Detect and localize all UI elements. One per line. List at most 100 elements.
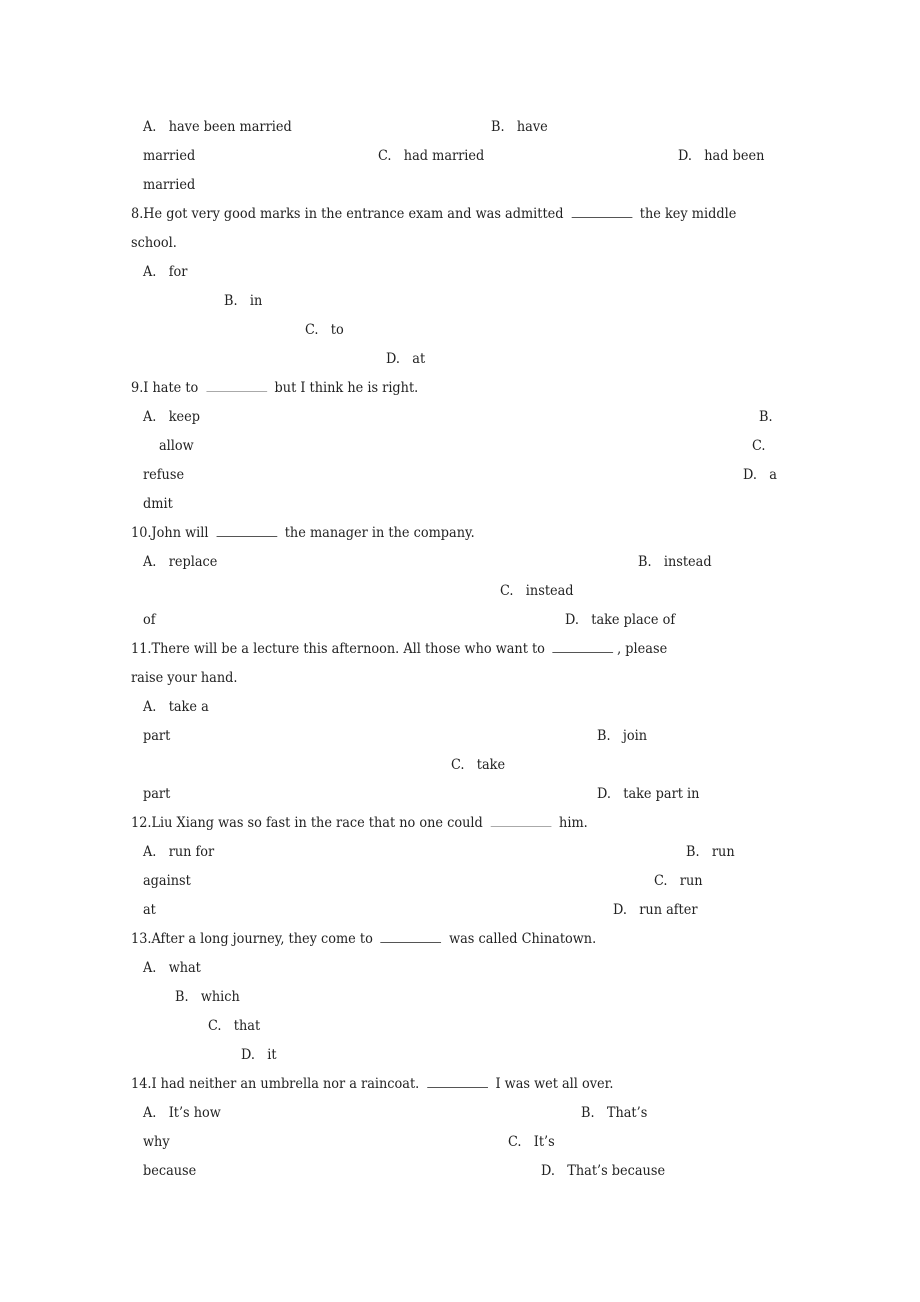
stem-text: I hate to [143, 380, 199, 396]
answer-blank [490, 814, 552, 827]
q7-option-b-cont: married [143, 148, 196, 164]
stem-text: was called Chinatown. [449, 931, 597, 947]
option-label: A. [143, 1105, 157, 1121]
q7-option-d: D. had been [678, 147, 764, 165]
option-label: A. [143, 119, 157, 135]
option-text: That’s because [567, 1163, 666, 1179]
option-text: instead [525, 583, 574, 599]
document-page: A. have been married B. have married C. … [0, 0, 920, 1302]
stem-text: I had neither an umbrella nor a raincoat… [151, 1076, 420, 1092]
q10-option-c-cont: of [143, 612, 156, 628]
q8-stem-cont: school. [131, 235, 177, 251]
q13-option-b: B. which [175, 988, 240, 1006]
option-label: A. [143, 960, 157, 976]
q11-option-a-cont: part [143, 728, 171, 744]
option-text: have [516, 119, 548, 135]
option-text: take a [168, 699, 209, 715]
q12-option-b: B. run [686, 843, 735, 861]
option-label: D. [743, 467, 757, 483]
q12-option-a: A. run for [143, 843, 214, 861]
q7-option-d-cont: married [143, 177, 196, 193]
option-text: That’s [606, 1105, 648, 1121]
option-label: C. [508, 1134, 522, 1150]
q8-stem: 8.He got very good marks in the entrance… [131, 205, 736, 223]
option-text: which [200, 989, 240, 1005]
q10-stem: 10.John will the manager in the company. [131, 524, 475, 542]
q9-option-b-label: B. [759, 409, 773, 425]
q14-option-a-cont: why [143, 1134, 170, 1150]
q12-option-c: C. run [654, 872, 703, 890]
option-label: A. [143, 264, 157, 280]
q14-option-c-cont: because [143, 1163, 197, 1179]
option-text: take place of [591, 612, 676, 628]
option-label: C. [305, 322, 319, 338]
option-text: had married [403, 148, 485, 164]
option-label: A. [143, 844, 157, 860]
option-text: take [476, 757, 506, 773]
q11-option-c: C. take [451, 756, 505, 774]
stem-text: There will be a lecture this afternoon. … [151, 641, 545, 657]
stem-text: the key middle [639, 206, 737, 222]
answer-blank [552, 640, 614, 653]
q9-option-b-text: allow [159, 438, 194, 454]
q11-option-c-cont: part [143, 786, 171, 802]
option-label: A. [143, 409, 157, 425]
option-text: a [769, 467, 777, 483]
q13-option-c: C. that [208, 1017, 260, 1035]
q14-option-b: B. That’s [581, 1104, 647, 1122]
option-label: B. [581, 1105, 595, 1121]
option-label: B. [224, 293, 238, 309]
option-label: D. [241, 1047, 255, 1063]
option-label: C. [654, 873, 668, 889]
option-label: D. [613, 902, 627, 918]
q8-option-c: C. to [305, 321, 344, 339]
question-number: 12. [131, 815, 152, 831]
q12-option-d: D. run after [613, 901, 698, 919]
answer-blank [426, 1075, 488, 1088]
option-text: to [330, 322, 344, 338]
option-label: B. [638, 554, 652, 570]
question-number: 14. [131, 1076, 152, 1092]
q10-option-c: C. instead [500, 582, 574, 600]
option-text: keep [168, 409, 200, 425]
q14-option-a: A. It’s how [143, 1104, 221, 1122]
option-text: It’s how [168, 1105, 221, 1121]
option-label: D. [565, 612, 579, 628]
option-text: It’s [533, 1134, 555, 1150]
q9-option-c-text: refuse [143, 467, 185, 483]
option-label: B. [686, 844, 700, 860]
option-text: at [412, 351, 426, 367]
option-text: instead [663, 554, 712, 570]
q12-stem: 12.Liu Xiang was so fast in the race tha… [131, 814, 588, 832]
q11-stem-cont: raise your hand. [131, 670, 238, 686]
answer-blank [380, 930, 442, 943]
q8-option-a: A. for [143, 263, 187, 281]
q12-option-b-cont: against [143, 873, 191, 889]
q14-stem: 14.I had neither an umbrella nor a rainc… [131, 1075, 614, 1093]
q11-stem: 11.There will be a lecture this afternoo… [131, 640, 667, 658]
option-text: had been [704, 148, 765, 164]
q8-option-b: B. in [224, 292, 262, 310]
option-label: B. [175, 989, 189, 1005]
option-label: D. [678, 148, 692, 164]
option-label: A. [143, 699, 157, 715]
answer-blank [206, 379, 267, 392]
stem-text: He got very good marks in the entrance e… [143, 206, 564, 222]
option-text: run [679, 873, 703, 889]
q14-option-c: C. It’s [508, 1133, 555, 1151]
stem-text: the manager in the company. [284, 525, 475, 541]
q9-option-a: A. keep [143, 408, 200, 426]
option-text: run [711, 844, 735, 860]
q9-option-d: D. a [743, 466, 777, 484]
option-label: C. [208, 1018, 222, 1034]
q13-option-a: A. what [143, 959, 201, 977]
question-number: 10. [131, 525, 152, 541]
stem-text: , please [617, 641, 668, 657]
option-text: that [233, 1018, 261, 1034]
option-text: it [267, 1047, 277, 1063]
stem-text: John will [151, 525, 209, 541]
q11-option-b: B. join [597, 727, 647, 745]
option-label: D. [541, 1163, 555, 1179]
option-label: B. [597, 728, 611, 744]
stem-text: After a long journey, they come to [151, 931, 373, 947]
